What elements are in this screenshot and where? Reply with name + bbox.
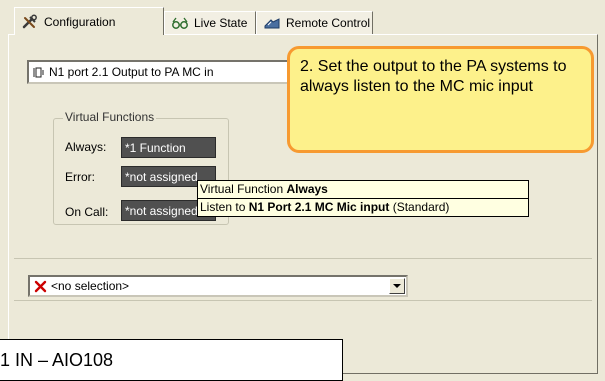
tab-configuration[interactable]: Configuration xyxy=(14,7,164,35)
output-port-icon xyxy=(33,66,45,79)
separator-bottom xyxy=(14,300,592,301)
tooltip-title-bold: Always xyxy=(286,182,328,196)
tooltip-detail-bold: N1 Port 2.1 MC Mic input xyxy=(248,200,390,214)
selection-dropdown-button[interactable] xyxy=(389,278,405,294)
tooltip-title-prefix: Virtual Function xyxy=(200,182,287,196)
always-label: Always: xyxy=(65,140,107,154)
tooltip-detail-row: Listen to N1 Port 2.1 MC Mic input (Stan… xyxy=(198,198,528,216)
chevron-down-icon xyxy=(393,284,401,288)
tab-remote-control[interactable]: Remote Control xyxy=(256,11,373,34)
callout-text: 2. Set the output to the PA systems to a… xyxy=(300,58,567,95)
on-call-label: On Call: xyxy=(65,205,109,219)
tools-icon xyxy=(21,14,39,30)
output-select[interactable]: N1 port 2.1 Output to PA MC in xyxy=(27,60,290,84)
tab-live-state[interactable]: Live State xyxy=(164,11,256,34)
separator-top xyxy=(14,258,592,259)
tab-label: Live State xyxy=(194,16,248,30)
remote-icon xyxy=(263,15,281,31)
bottom-label: 1 IN – AIO108 xyxy=(0,339,343,381)
tab-label: Remote Control xyxy=(286,16,371,30)
selection-combo[interactable]: <no selection> xyxy=(28,275,408,297)
error-label: Error: xyxy=(65,170,95,184)
virtual-functions-title: Virtual Functions xyxy=(63,110,157,124)
tooltip-detail-suffix: (Standard) xyxy=(389,200,450,214)
instruction-callout: 2. Set the output to the PA systems to a… xyxy=(287,46,594,153)
tooltip-detail-prefix: Listen to xyxy=(200,200,249,214)
tooltip-title-row: Virtual Function Always xyxy=(198,181,528,198)
always-function-box[interactable]: *1 Function xyxy=(121,137,216,158)
tab-label: Configuration xyxy=(44,14,116,29)
output-select-value: N1 port 2.1 Output to PA MC in xyxy=(49,65,214,79)
glasses-icon xyxy=(171,15,189,31)
red-x-icon xyxy=(34,280,47,293)
selection-combo-value: <no selection> xyxy=(51,279,130,293)
virtual-function-tooltip: Virtual Function Always Listen to N1 Por… xyxy=(197,180,529,217)
